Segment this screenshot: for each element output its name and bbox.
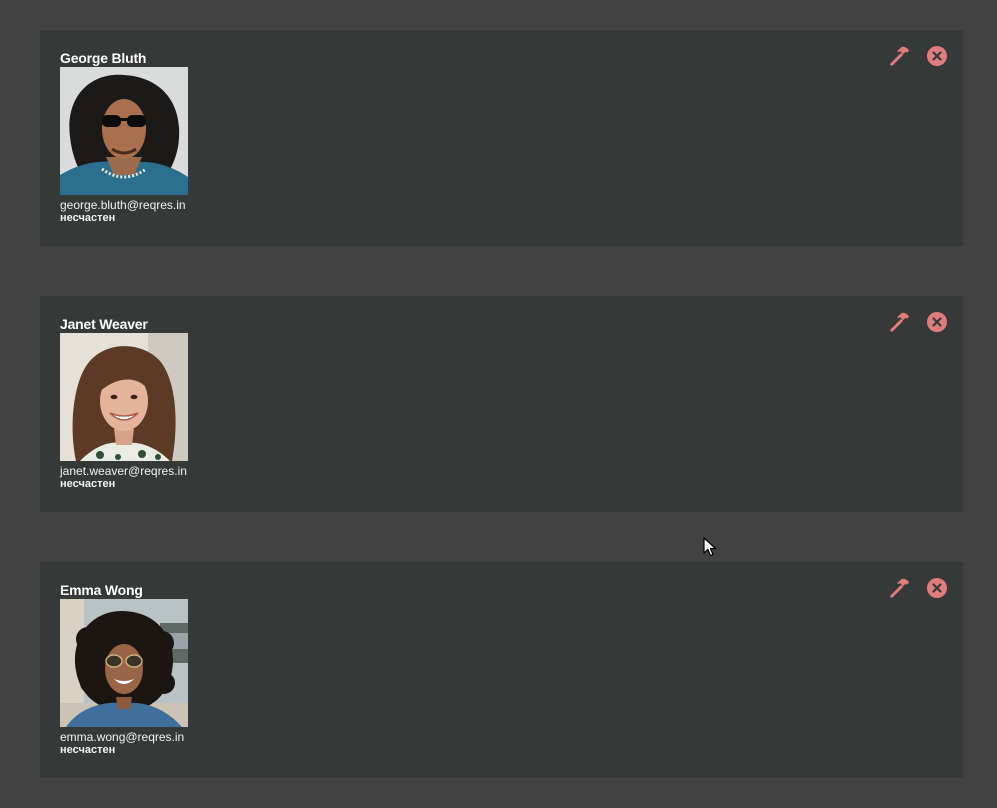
hammer-icon: [890, 46, 910, 66]
hammer-icon: [890, 578, 910, 598]
user-email: george.bluth@reqres.in: [60, 198, 186, 212]
user-status: несчастен: [60, 744, 116, 756]
user-avatar: [60, 599, 188, 727]
mouse-cursor-icon: [703, 537, 717, 557]
user-avatar: [60, 67, 188, 195]
user-status: несчастен: [60, 212, 116, 224]
close-circle-icon: [927, 312, 947, 332]
delete-button[interactable]: [926, 577, 948, 599]
user-status: несчастен: [60, 478, 116, 490]
user-card: Emma Wong emma.wong@reqres.in несчастен: [40, 562, 963, 778]
user-name: Janet Weaver: [60, 316, 148, 332]
delete-button[interactable]: [926, 311, 948, 333]
user-avatar: [60, 333, 188, 461]
edit-button[interactable]: [889, 577, 911, 599]
close-circle-icon: [927, 578, 947, 598]
user-email: janet.weaver@reqres.in: [60, 464, 187, 478]
user-name: Emma Wong: [60, 582, 143, 598]
edit-button[interactable]: [889, 311, 911, 333]
edit-button[interactable]: [889, 45, 911, 67]
hammer-icon: [890, 312, 910, 332]
user-name: George Bluth: [60, 50, 147, 66]
user-email: emma.wong@reqres.in: [60, 730, 185, 744]
user-card: Janet Weaver janet.weaver@reqres.in несч…: [40, 296, 963, 512]
user-list-page: George Bluth george.bluth@reqres.in несч…: [0, 0, 997, 808]
delete-button[interactable]: [926, 45, 948, 67]
close-circle-icon: [927, 46, 947, 66]
user-card: George Bluth george.bluth@reqres.in несч…: [40, 30, 963, 246]
